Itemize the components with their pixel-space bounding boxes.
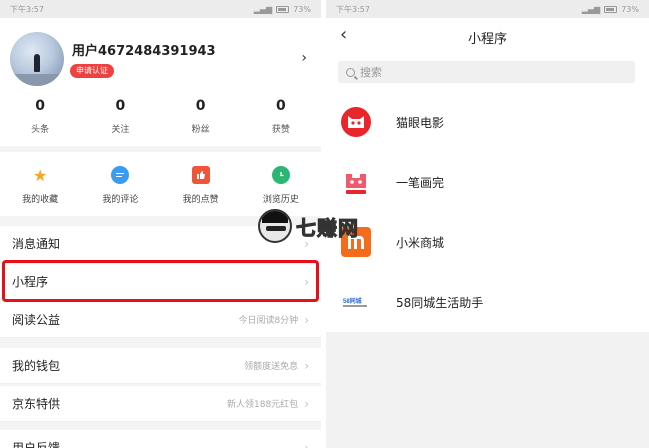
highlight-box bbox=[2, 260, 319, 302]
yibihuawan-logo-icon bbox=[338, 164, 374, 200]
star-icon: ★ bbox=[32, 165, 48, 185]
mini-app-maoyan[interactable]: 猫眼电影 bbox=[326, 92, 649, 152]
search-input[interactable]: 搜索 bbox=[338, 61, 635, 83]
chevron-right-icon: › bbox=[304, 440, 309, 448]
watermark: 七赚网 bbox=[258, 206, 398, 246]
chevron-right-icon[interactable]: › bbox=[301, 50, 307, 66]
clock-icon bbox=[271, 166, 290, 184]
menu-feedback[interactable]: 用户反馈 › bbox=[0, 430, 321, 448]
stat-toutiao[interactable]: 0 头条 bbox=[0, 98, 80, 135]
watermark-text: 七赚网 bbox=[296, 215, 359, 240]
mini-app-yibihuawan[interactable]: 一笔画完 bbox=[326, 152, 649, 212]
stat-likes[interactable]: 0 获赞 bbox=[241, 98, 321, 135]
avatar[interactable] bbox=[10, 32, 64, 86]
my-favorites-button[interactable]: ★ 我的收藏 bbox=[0, 152, 80, 216]
battery-level: 73% bbox=[293, 4, 311, 14]
page-title: 小程序 bbox=[467, 32, 507, 47]
menu-jd-special[interactable]: 京东特供 新人领188元红包 › bbox=[0, 386, 321, 422]
status-time: 下午3:57 bbox=[336, 4, 370, 14]
status-bar: 下午3:57 ▂▄▆ 73% bbox=[326, 0, 649, 18]
stat-followers[interactable]: 0 粉丝 bbox=[161, 98, 241, 135]
profile-card[interactable]: 用户4672484391943 申请认证 › 0 头条 0 关注 0 粉丝 0 … bbox=[0, 18, 321, 146]
signal-icon: ▂▄▆ bbox=[253, 4, 273, 14]
search-icon bbox=[346, 67, 355, 77]
nav-header: ‹ 小程序 bbox=[326, 18, 649, 56]
chevron-right-icon: › bbox=[304, 358, 309, 373]
menu-reading-charity[interactable]: 阅读公益 今日阅读8分钟 › bbox=[0, 302, 321, 338]
status-bar: 下午3:57 ▂▄▆ 73% bbox=[0, 0, 321, 18]
comment-icon bbox=[111, 166, 130, 184]
thumbs-up-icon bbox=[191, 166, 210, 184]
my-likes-button[interactable]: 我的点赞 bbox=[161, 152, 241, 216]
stats-row: 0 头条 0 关注 0 粉丝 0 获赞 bbox=[0, 98, 321, 135]
stat-following[interactable]: 0 关注 bbox=[80, 98, 160, 135]
username: 用户4672484391943 bbox=[72, 44, 216, 59]
mini-app-58tongcheng[interactable]: 58同城 58同城生活助手 bbox=[326, 272, 649, 332]
maoyan-logo-icon bbox=[338, 104, 374, 140]
menu-wallet[interactable]: 我的钱包 领额度送免息 › bbox=[0, 348, 321, 384]
search-placeholder: 搜索 bbox=[360, 66, 382, 79]
status-time: 下午3:57 bbox=[10, 4, 44, 14]
my-comments-button[interactable]: 我的评论 bbox=[80, 152, 160, 216]
chevron-right-icon: › bbox=[304, 396, 309, 411]
watermark-logo-icon bbox=[258, 209, 292, 243]
signal-icon: ▂▄▆ bbox=[581, 4, 601, 14]
battery-icon bbox=[276, 5, 290, 13]
verify-badge[interactable]: 申请认证 bbox=[70, 64, 114, 78]
battery-icon bbox=[604, 5, 618, 13]
chevron-right-icon: › bbox=[304, 312, 309, 327]
svg-text:58同城: 58同城 bbox=[343, 297, 362, 305]
battery-level: 73% bbox=[621, 4, 639, 14]
58-logo-icon: 58同城 bbox=[338, 284, 374, 320]
